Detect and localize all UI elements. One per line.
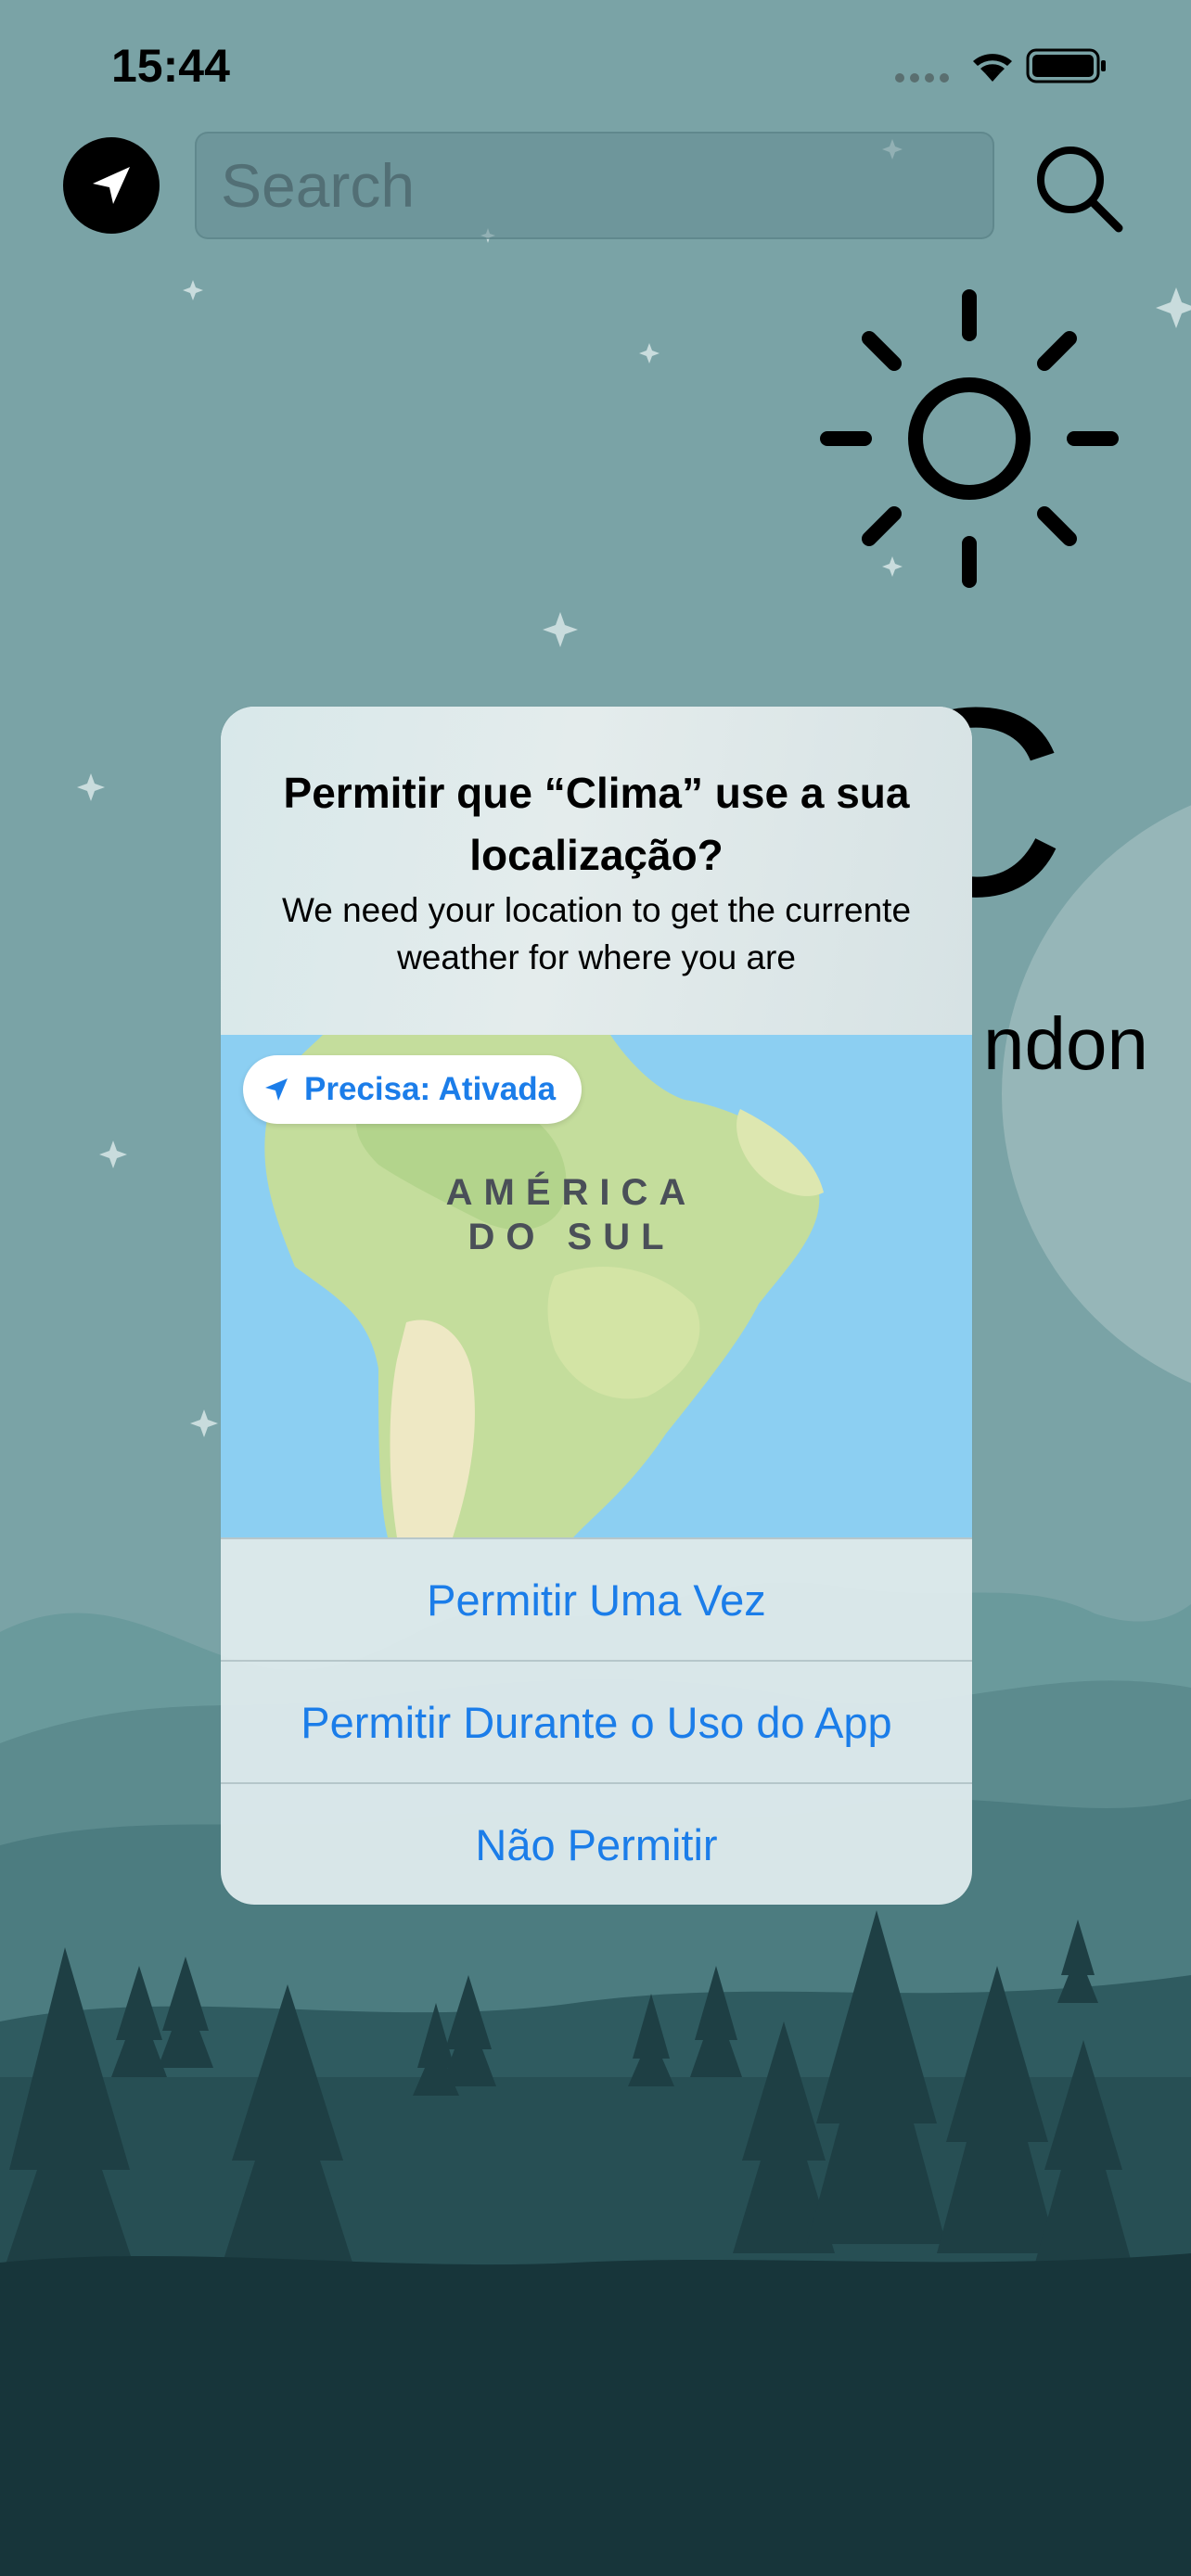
dialog-title: Permitir que “Clima” use a sua localizaç… [283,769,910,879]
search-input[interactable] [219,149,992,222]
magnifier-icon [1037,147,1123,233]
battery-icon [1026,48,1106,83]
map-region-label-line1: AMÉRICA [445,1172,698,1213]
dialog-header: Permitir que “Clima” use a sua localizaç… [221,707,972,1035]
location-arrow-icon [93,167,130,204]
search-button[interactable] [1030,139,1126,240]
status-icons [894,45,1117,90]
signal-icon [895,73,949,83]
sun-icon [820,289,1119,588]
status-time: 15:44 [111,40,230,92]
dont-allow-button[interactable]: Não Permitir [221,1782,972,1905]
location-arrow-icon [265,1078,288,1101]
condition-display [816,286,1122,596]
city-label: ndon [983,1002,1148,1085]
allow-once-button[interactable]: Permitir Uma Vez [221,1537,972,1660]
precise-location-toggle[interactable]: Precisa: Ativada [243,1055,583,1124]
wifi-icon [973,54,1012,82]
current-location-button[interactable] [63,137,160,234]
search-field[interactable] [195,132,994,239]
map-region-label-line2: DO SUL [467,1217,675,1257]
dialog-message: We need your location to get the current… [281,891,912,977]
precise-label: Precisa: Ativada [304,1071,557,1107]
location-permission-dialog: Permitir que “Clima” use a sua localizaç… [221,707,972,1905]
allow-while-using-button[interactable]: Permitir Durante o Uso do App [221,1660,972,1782]
